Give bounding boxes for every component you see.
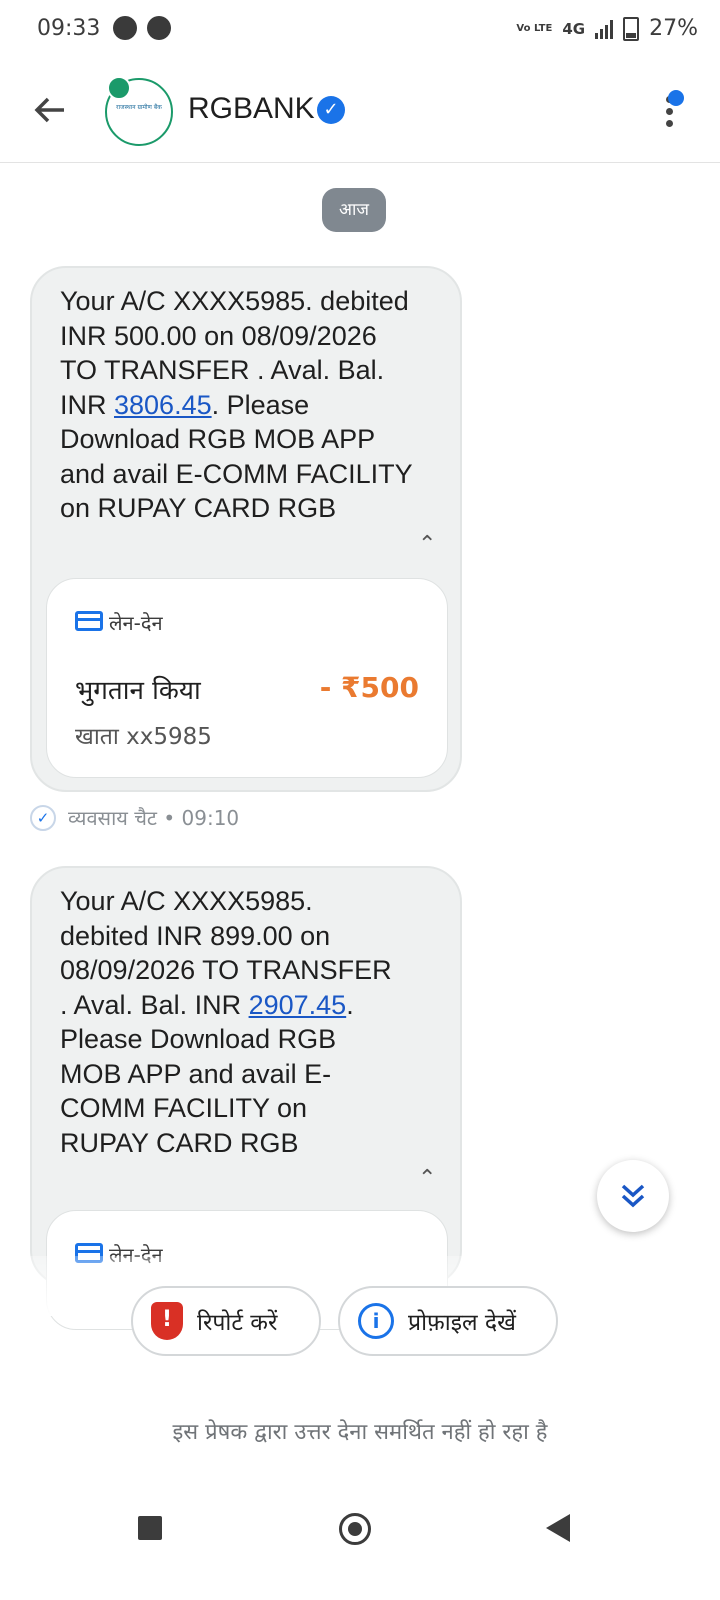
scroll-to-bottom-icon[interactable] — [597, 1160, 669, 1232]
message-text: Your A/C XXXX5985. debited INR 899.00 on… — [60, 886, 392, 1158]
chevron-up-icon[interactable]: ⌃ — [418, 1166, 438, 1191]
battery-percent: 27% — [649, 16, 698, 41]
network-type: 4G — [562, 19, 586, 38]
message-bubble[interactable]: Your A/C XXXX5985. debited INR 899.00 on… — [30, 866, 462, 1330]
verified-badge-icon: ✓ — [317, 96, 345, 124]
view-profile-button[interactable]: i प्रोफ़ाइल देखें — [338, 1286, 558, 1356]
status-bar: 09:33 Vo LTE 4G 27% — [0, 0, 720, 62]
business-badge-icon — [107, 76, 131, 100]
report-button[interactable]: ! रिपोर्ट करें — [131, 1286, 321, 1356]
card-icon — [75, 611, 103, 631]
card-tag: लेन-देन — [109, 611, 163, 635]
report-label: रिपोर्ट करें — [197, 1310, 278, 1336]
back-arrow-icon[interactable] — [30, 90, 74, 134]
logo-text: राजस्थान ग्रामीण बैंक — [116, 104, 162, 111]
sender-name[interactable]: RGBANK — [188, 92, 315, 126]
info-icon: i — [358, 1303, 394, 1339]
app-bar: राजस्थान ग्रामीण बैंक RGBANK ✓ — [0, 62, 720, 163]
notification-icon — [147, 16, 171, 40]
message-meta: ✓ व्यवसाय चैट • 09:10 — [30, 804, 239, 831]
battery-icon — [623, 16, 640, 41]
profile-label: प्रोफ़ाइल देखें — [408, 1310, 516, 1336]
notification-icon — [113, 16, 137, 40]
nav-back-icon[interactable] — [546, 1514, 570, 1542]
account-number: खाता xx5985 — [75, 724, 212, 750]
notification-dot — [668, 90, 684, 106]
no-reply-notice: इस प्रेषक द्वारा उत्तर देना समर्थित नहीं… — [172, 1420, 548, 1445]
status-right: Vo LTE 4G 27% — [516, 16, 698, 41]
volte-indicator: Vo LTE — [516, 22, 553, 34]
home-icon[interactable] — [339, 1513, 371, 1545]
message-meta-text: व्यवसाय चैट • 09:10 — [68, 806, 240, 830]
check-icon: ✓ — [30, 804, 56, 831]
signal-icon — [595, 19, 614, 39]
payment-amount: - ₹500 — [319, 671, 419, 704]
balance-link[interactable]: 2907.45 — [249, 990, 347, 1020]
recents-icon[interactable] — [138, 1516, 162, 1540]
payment-label: भुगतान किया — [75, 676, 201, 706]
message-bubble[interactable]: Your A/C XXXX5985. debited INR 500.00 on… — [30, 266, 462, 792]
chevron-up-icon[interactable]: ⌃ — [418, 532, 438, 557]
status-time: 09:33 — [37, 16, 101, 41]
transaction-card[interactable]: लेन-देन भुगतान किया - ₹500 खाता xx5985 — [46, 578, 448, 778]
shield-alert-icon: ! — [151, 1302, 183, 1340]
date-chip: आज — [322, 188, 386, 232]
balance-link[interactable]: 3806.45 — [114, 390, 212, 420]
message-text: Your A/C XXXX5985. debited INR 500.00 on… — [60, 286, 413, 523]
